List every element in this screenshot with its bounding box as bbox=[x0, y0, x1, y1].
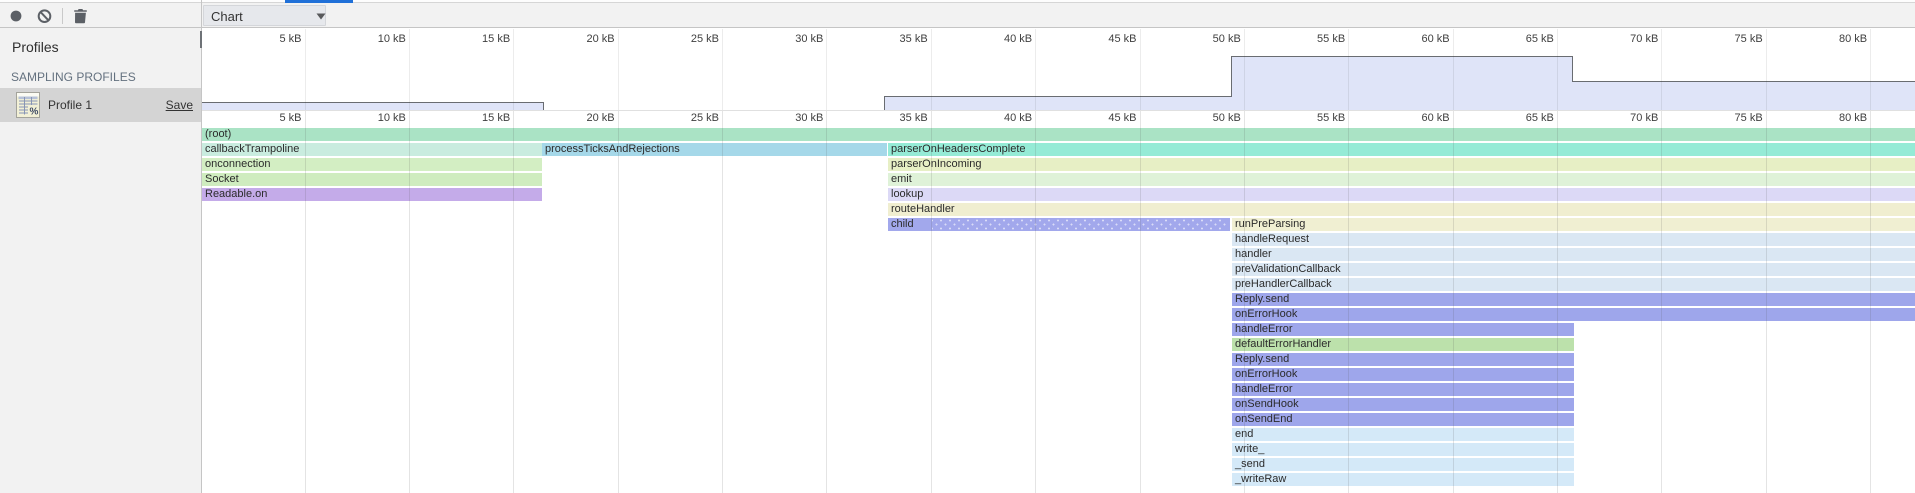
svg-text:%: % bbox=[30, 107, 39, 118]
